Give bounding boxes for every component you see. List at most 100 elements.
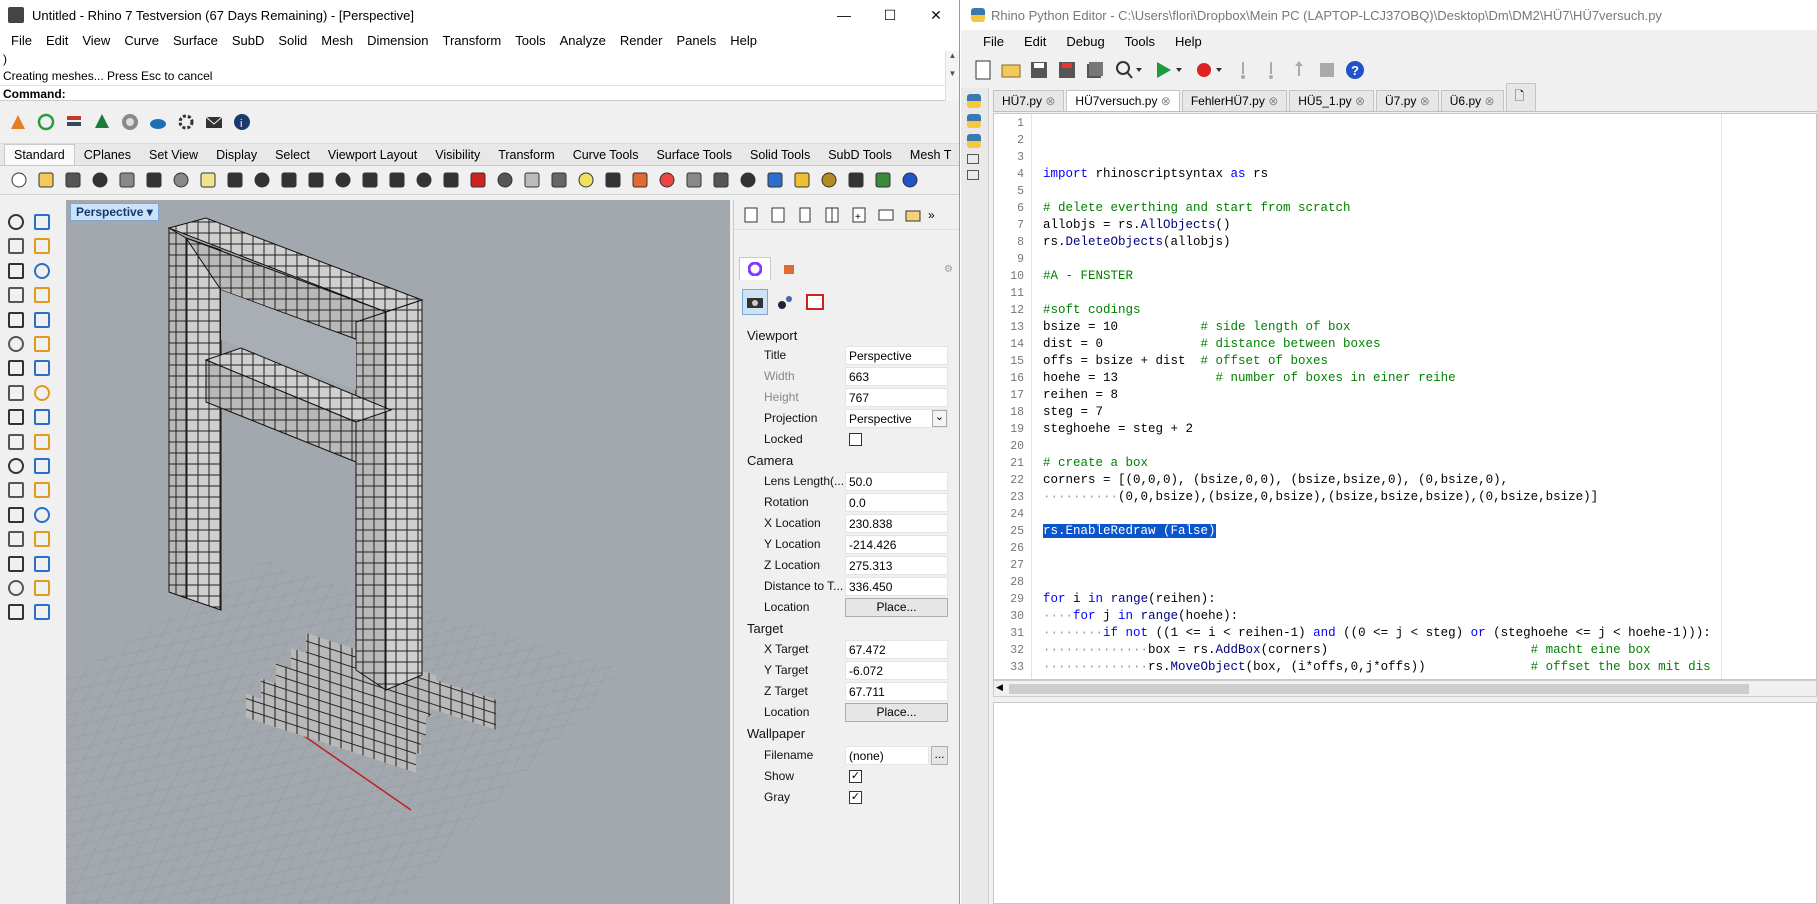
toolbar-tab-visibility[interactable]: Visibility (426, 145, 489, 165)
place-button[interactable]: Place... (845, 598, 948, 617)
light-icon[interactable] (573, 168, 598, 193)
close-tab-icon[interactable]: ⊗ (1416, 94, 1430, 108)
undo-icon[interactable] (222, 168, 247, 193)
gear-icon[interactable] (174, 110, 198, 134)
move-icon[interactable] (3, 454, 29, 478)
mirror-icon[interactable] (29, 478, 55, 502)
code-line[interactable]: # delete everthing and start from scratc… (1043, 200, 1816, 217)
panel-grid-icon[interactable] (820, 203, 844, 227)
scrollbar-thumb[interactable] (1009, 684, 1749, 694)
filename-browse-button[interactable]: ... (931, 746, 948, 765)
pan-icon[interactable] (249, 168, 274, 193)
close-tab-icon[interactable]: ⊗ (1481, 94, 1494, 108)
maximize-button[interactable]: ☐ (867, 0, 913, 30)
panel-more-icon[interactable]: » (928, 208, 935, 222)
step-out-icon[interactable] (1287, 58, 1311, 82)
toolbar-tab-select[interactable]: Select (266, 145, 319, 165)
zoom-extents-icon[interactable] (357, 168, 382, 193)
panel-add-icon[interactable]: + (847, 203, 871, 227)
toolbar-tab-cplanes[interactable]: CPlanes (75, 145, 140, 165)
code-line[interactable]: steghoehe = steg + 2 (1043, 421, 1816, 438)
sphere-icon[interactable] (681, 168, 706, 193)
py-menu-item-help[interactable]: Help (1165, 34, 1212, 49)
code-line[interactable]: for i in range(reihen): (1043, 591, 1816, 608)
panel-layout-icon[interactable] (874, 203, 898, 227)
curve-from-object-icon[interactable] (29, 308, 55, 332)
car-icon[interactable] (465, 168, 490, 193)
menu-item-surface[interactable]: Surface (166, 33, 225, 48)
toolbar-tab-surface-tools[interactable]: Surface Tools (647, 145, 741, 165)
code-line[interactable]: import rhinoscriptsyntax as rs (1043, 166, 1816, 183)
toolbar-tab-curve-tools[interactable]: Curve Tools (564, 145, 648, 165)
tree-icon[interactable] (90, 110, 114, 134)
py-menu-item-debug[interactable]: Debug (1056, 34, 1114, 49)
new-file-icon[interactable] (971, 58, 995, 82)
code-line[interactable] (1043, 540, 1816, 557)
code-line[interactable]: hoehe = 13 # number of boxes in einer re… (1043, 370, 1816, 387)
menu-item-edit[interactable]: Edit (39, 33, 75, 48)
code-line[interactable] (1043, 557, 1816, 574)
rendered-sphere-icon[interactable] (735, 168, 760, 193)
render-icon[interactable] (3, 576, 29, 600)
text-icon[interactable] (3, 503, 29, 527)
surface-plane-icon[interactable] (29, 381, 55, 405)
perspective-viewport[interactable]: Perspective ▾ (66, 200, 730, 904)
menu-item-transform[interactable]: Transform (435, 33, 508, 48)
viewport-title-tab[interactable]: Perspective ▾ (70, 203, 159, 221)
prop-value-xtarget[interactable]: 67.472 (845, 640, 948, 659)
save-icon[interactable] (1027, 58, 1051, 82)
check-icon[interactable] (29, 600, 55, 624)
rotate-view-icon[interactable] (411, 168, 436, 193)
zoom-window-icon[interactable] (330, 168, 355, 193)
step-over-icon[interactable] (1259, 58, 1283, 82)
polygon-icon[interactable] (3, 308, 29, 332)
toolbar-tab-subd-tools[interactable]: SubD Tools (819, 145, 901, 165)
cloud-icon[interactable] (146, 110, 170, 134)
prop-value-rotation[interactable]: 0.0 (845, 493, 948, 512)
code-line[interactable]: offs = bsize + dist # offset of boxes (1043, 353, 1816, 370)
py-menu-item-edit[interactable]: Edit (1014, 34, 1056, 49)
find-icon[interactable] (1111, 58, 1147, 82)
prop-value-ztarget[interactable]: 67.711 (845, 682, 948, 701)
help-icon[interactable]: ? (1343, 58, 1367, 82)
py-menu-item-tools[interactable]: Tools (1115, 34, 1165, 49)
close-tab-icon[interactable]: ⊗ (1042, 94, 1055, 108)
rhino-logo-icon[interactable] (6, 110, 30, 134)
code-line[interactable]: steg = 7 (1043, 404, 1816, 421)
code-line[interactable] (1043, 251, 1816, 268)
prop-value-zloc[interactable]: 275.313 (845, 556, 948, 575)
layers-icon[interactable] (62, 110, 86, 134)
show-checkbox[interactable]: ✓ (849, 770, 862, 783)
help-icon[interactable] (897, 168, 922, 193)
box-icon[interactable] (3, 356, 29, 380)
eye-icon[interactable] (492, 168, 517, 193)
import-icon[interactable] (114, 168, 139, 193)
menu-item-curve[interactable]: Curve (117, 33, 166, 48)
mail-icon[interactable] (202, 110, 226, 134)
command-prompt[interactable]: Command: (0, 85, 959, 102)
file-tab[interactable]: HÜ7versuch.py ⊗ (1066, 90, 1180, 111)
prop-value-ytarget[interactable]: -6.072 (845, 661, 948, 680)
close-button[interactable]: ✕ (913, 0, 959, 30)
arc-icon[interactable] (3, 283, 29, 307)
menu-item-solid[interactable]: Solid (271, 33, 314, 48)
code-line[interactable]: bsize = 10 # side length of box (1043, 319, 1816, 336)
extrude-icon[interactable] (3, 405, 29, 429)
four-views-icon[interactable] (438, 168, 463, 193)
prop-value-title[interactable]: Perspective (845, 346, 948, 365)
code-line[interactable]: ····for j in range(hoehe): (1043, 608, 1816, 625)
render-settings-icon[interactable] (29, 576, 55, 600)
step-into-icon[interactable] (1231, 58, 1255, 82)
grid-snap-icon[interactable] (3, 527, 29, 551)
rotate-icon[interactable] (276, 168, 301, 193)
loft-icon[interactable] (29, 405, 55, 429)
open-folder-icon[interactable] (999, 58, 1023, 82)
materials-tab[interactable] (773, 257, 805, 280)
color-wheel-icon[interactable] (654, 168, 679, 193)
command-scrollbar[interactable]: ▲ ▼ (945, 51, 959, 101)
code-line[interactable]: rs.EnableRedraw (False) (1043, 523, 1816, 540)
window-icon[interactable] (967, 154, 979, 164)
menu-item-subd[interactable]: SubD (225, 33, 272, 48)
close-tab-icon[interactable]: ⊗ (1265, 94, 1278, 108)
code-line[interactable] (1043, 438, 1816, 455)
